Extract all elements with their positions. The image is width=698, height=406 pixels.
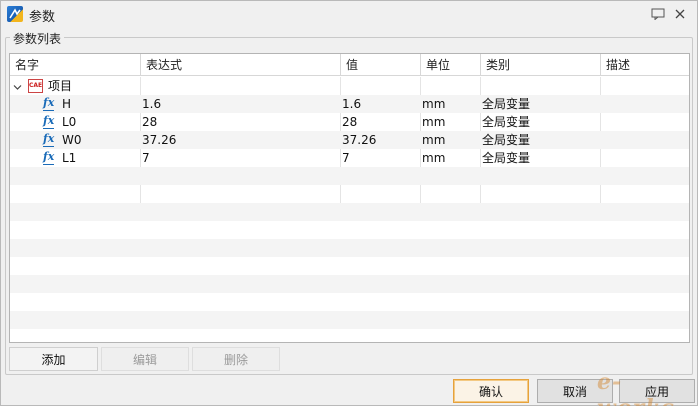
table-row[interactable]: fx W0 37.26 37.26 mm 全局变量 [10,131,689,149]
param-name: W0 [62,133,82,147]
column-header-unit[interactable]: 单位 [421,54,481,76]
param-category: 全局变量 [482,133,531,147]
empty-row [10,275,689,293]
watermark-logo: e-works [597,369,674,406]
fx-function-icon: fx [43,150,55,165]
add-button[interactable]: 添加 [9,347,98,371]
empty-row [10,221,689,239]
param-value: 1.6 [342,97,362,111]
tree-root-label: 项目 [48,79,73,93]
ok-button[interactable]: 确认 [453,379,529,403]
empty-row [10,257,689,275]
title-bar: 参数 [1,1,697,27]
close-icon[interactable] [671,6,689,22]
column-header-name[interactable]: 名字 [10,54,141,76]
param-expression: 28 [142,115,158,129]
delete-button[interactable]: 删除 [192,347,280,371]
column-header-category[interactable]: 类别 [481,54,601,76]
param-category: 全局变量 [482,115,531,129]
empty-row [10,293,689,311]
table-row[interactable]: fx L1 7 7 mm 全局变量 [10,149,689,167]
empty-row [10,239,689,257]
parameter-table: 名字 表达式 值 单位 类别 描述 CAE 项目 fx H 1.6 1.6 mm… [9,53,690,343]
param-value: 7 [342,151,350,165]
table-row[interactable]: fx L0 28 28 mm 全局变量 [10,113,689,131]
chat-help-icon[interactable] [649,6,667,22]
param-name: L1 [62,151,77,165]
param-name: H [62,97,72,111]
cad-file-icon: CAE [28,79,43,93]
param-value: 37.26 [342,133,377,147]
chevron-down-icon[interactable] [13,81,22,95]
param-unit: mm [422,133,446,147]
empty-row [10,203,689,221]
column-header-value[interactable]: 值 [341,54,421,76]
param-value: 28 [342,115,358,129]
app-logo-icon [7,6,23,22]
empty-row [10,185,689,203]
table-row[interactable]: fx H 1.6 1.6 mm 全局变量 [10,95,689,113]
param-unit: mm [422,151,446,165]
parameters-dialog: 参数 参数列表 名字 表达式 值 单位 类别 描述 CAE 项目 fx H 1.… [0,0,698,406]
fx-function-icon: fx [43,114,55,129]
param-name: L0 [62,115,77,129]
column-header-expression[interactable]: 表达式 [141,54,341,76]
empty-row [10,311,689,329]
fx-function-icon: fx [43,96,55,111]
edit-button[interactable]: 编辑 [101,347,189,371]
group-label: 参数列表 [10,30,65,47]
tree-root-row[interactable]: CAE 项目 [10,77,689,95]
param-expression: 7 [142,151,150,165]
param-category: 全局变量 [482,97,531,111]
param-unit: mm [422,115,446,129]
fx-function-icon: fx [43,132,55,147]
empty-row [10,329,689,342]
window-title: 参数 [29,10,56,25]
param-expression: 37.26 [142,133,177,147]
empty-row [10,167,689,185]
table-header: 名字 表达式 值 单位 类别 描述 [10,54,689,76]
param-expression: 1.6 [142,97,162,111]
column-header-description[interactable]: 描述 [601,54,689,76]
param-unit: mm [422,97,446,111]
param-category: 全局变量 [482,151,531,165]
